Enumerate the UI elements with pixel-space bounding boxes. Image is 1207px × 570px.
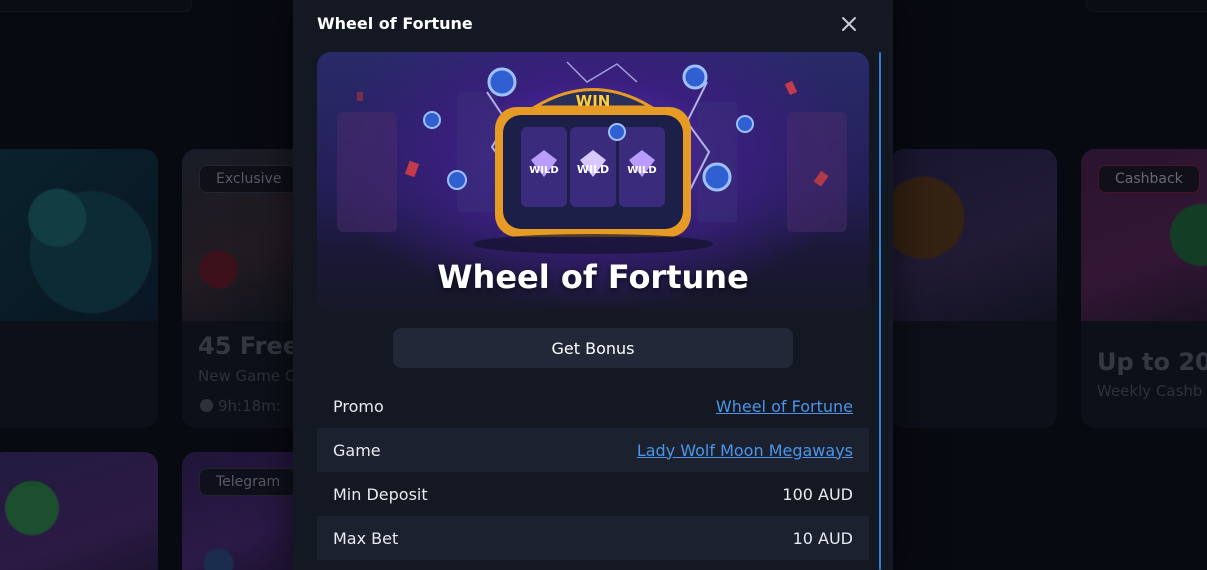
close-button[interactable]: [837, 12, 861, 36]
win-sign-text: WIN: [576, 92, 611, 110]
wild-reel-text: WILD: [627, 165, 656, 176]
detail-value: 100 AUD: [782, 484, 853, 504]
detail-label: Game: [333, 440, 381, 460]
detail-row-min-deposit: Min Deposit 100 AUD: [317, 472, 869, 516]
promo-modal: Wheel of Fortune WIN WILD WILD WILD Whee…: [293, 0, 893, 570]
wild-reel-text: WILD: [577, 163, 609, 176]
modal-scrollbar[interactable]: [879, 52, 881, 570]
close-icon: [842, 17, 856, 31]
wild-reel-text: WILD: [529, 165, 558, 176]
promo-hero-image: WIN WILD WILD WILD Wheel of Fortune: [317, 52, 869, 311]
detail-row-promo: Promo Wheel of Fortune: [317, 384, 869, 428]
promo-details-table: Promo Wheel of Fortune Game Lady Wolf Mo…: [317, 384, 869, 560]
hero-title: Wheel of Fortune: [437, 258, 749, 296]
modal-title: Wheel of Fortune: [317, 14, 473, 33]
detail-label: Max Bet: [333, 528, 399, 548]
detail-row-max-bet: Max Bet 10 AUD: [317, 516, 869, 560]
detail-label: Promo: [333, 396, 384, 416]
detail-label: Min Deposit: [333, 484, 428, 504]
get-bonus-button[interactable]: Get Bonus: [393, 328, 793, 368]
detail-row-game: Game Lady Wolf Moon Megaways: [317, 428, 869, 472]
detail-value: 10 AUD: [792, 528, 853, 548]
game-link[interactable]: Lady Wolf Moon Megaways: [637, 441, 853, 460]
promo-link[interactable]: Wheel of Fortune: [716, 397, 853, 416]
